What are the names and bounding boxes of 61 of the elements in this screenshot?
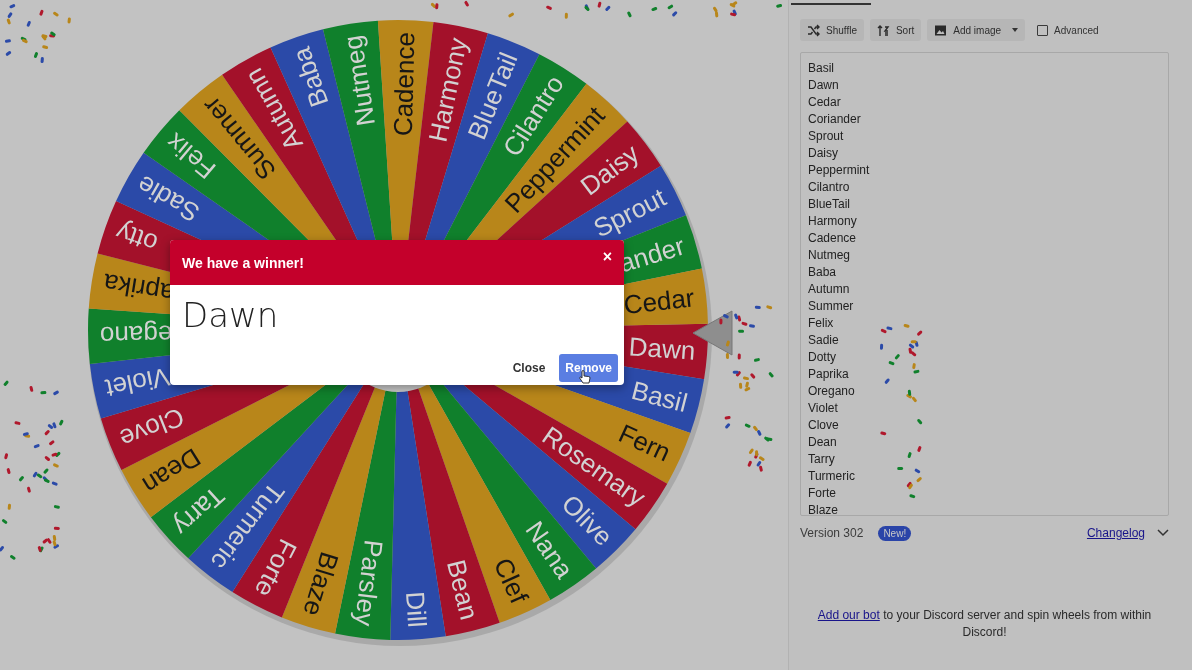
checkbox-label: Advanced [1054,24,1099,36]
toolbar-button[interactable]: Sort [869,19,922,41]
segment-label: Nutmeg [337,33,381,128]
winner-name: Dawn [181,294,280,337]
add-bot-link[interactable]: Add our bot [817,608,880,622]
segment-label: otty [112,216,162,259]
segment-label: Parsley [349,538,389,628]
entry-text: Cilantro [808,179,851,196]
entry-text: Summer [808,298,855,315]
entry-text: Violet [808,400,839,417]
segment-label: Blaze [297,548,345,620]
entry-text: Baba [808,264,838,281]
confetti-drawing [4,3,71,64]
new-badge: New! [878,525,912,541]
changelog-link[interactable]: Changelog [1086,526,1145,540]
entry-text: Dawn [808,77,840,94]
discord-note: Add our bot to your Discord server and spin wheels from within Discord! [816,607,1153,641]
entry-text: Clove [808,417,840,434]
entry-text: Coriander [808,111,862,128]
close-button[interactable]: × [598,247,616,266]
entry-text: Cedar [808,94,842,111]
shuffle-icon [807,23,820,37]
entry-text: Turmeric [808,468,856,485]
chevron-down-icon[interactable] [1157,529,1169,537]
entry-text: BlueTail [808,196,852,213]
entry-text: Peppermint [808,162,871,179]
segment-label: Bean [440,556,485,623]
segment-label: Cadence [387,31,421,137]
entry-text: Sprout [808,128,845,145]
close-button[interactable]: Close [506,354,552,382]
entry-text: Sadie [808,332,840,349]
entry-text: Paprika [808,366,850,383]
segment-label: Basil [628,375,691,419]
entry-text: Forte [808,485,837,502]
entry-text: Daisy [808,145,839,162]
remove-button[interactable]: Remove [559,354,618,382]
entry-text: Autumn [808,281,851,298]
checkbox[interactable] [1037,24,1049,36]
entry-text: Felix [808,315,835,332]
entries-field[interactable]: Basil Dawn Cedar Coriander Sprout Daisy Peppermint Cilantro BlueTail Harmony Cadence Nutmeg Baba Autumn Summer Felix Sadie Dotty Paprika Oregano Violet Clove Dean Tarry Turmeric Forte Blaze [800,52,1169,516]
sort-icon [876,23,890,37]
toolbar-button[interactable]: Add image [927,19,1026,41]
entry-text: Dotty [808,349,837,366]
pointer-icon [692,310,733,356]
segment-label: Dill [400,590,433,629]
segment-label: Violet [102,361,173,404]
entry-text: Nutmeg [808,247,852,264]
entry-text: Blaze [808,502,840,515]
entry-text: Tarry [808,451,836,468]
entry-text: Dean [808,434,838,451]
entry-text: Oregano [808,383,856,400]
segment-label: Dawn [627,331,697,366]
segment-label: Cedar [622,282,696,321]
toolbar-button[interactable]: Shuffle [800,19,864,41]
entry-text: Basil [808,60,835,77]
version-text: Version 302 [800,526,864,540]
entry-text: Harmony [808,213,858,230]
dialog-title: We have a winner! [182,254,304,271]
segment-label: egano [99,319,173,351]
image-icon [934,23,948,37]
entry-text: Cadence [808,230,858,247]
